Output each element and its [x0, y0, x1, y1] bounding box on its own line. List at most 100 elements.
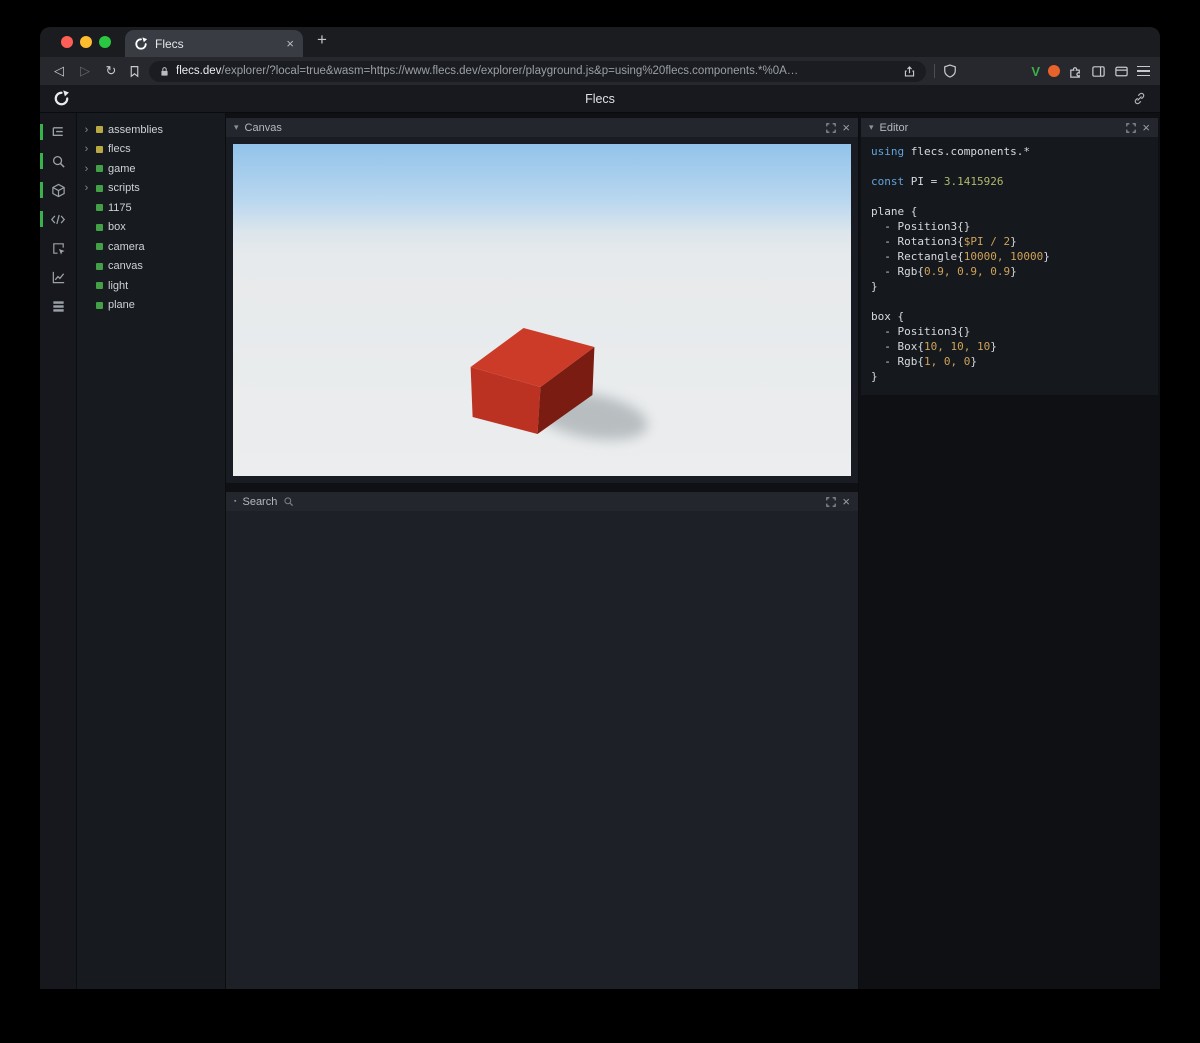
canvas-panel: ▾ Canvas × — [226, 118, 858, 483]
tree-item[interactable]: light — [77, 276, 225, 296]
scene-3d — [233, 144, 851, 476]
page-title: Flecs — [585, 91, 615, 106]
code-line: } — [871, 370, 878, 383]
code-line: - Rgb{1, 0, 0} — [871, 355, 977, 368]
reload-button[interactable]: ↻ — [102, 63, 120, 79]
lock-icon — [161, 66, 168, 76]
minimize-window-button[interactable] — [80, 36, 92, 48]
tree-item-label: game — [108, 162, 136, 175]
hierarchy-icon[interactable] — [40, 122, 76, 142]
tree-item[interactable]: box — [77, 218, 225, 238]
code-line: - Box{10, 10, 10} — [871, 340, 997, 353]
tree-item[interactable]: › game — [77, 159, 225, 179]
entity-color-square — [96, 184, 103, 192]
entity-color-square — [96, 145, 103, 153]
forward-button[interactable]: ▷ — [76, 63, 94, 79]
main-column: ▾ Canvas × ▪ Search × — [225, 113, 858, 989]
entity-color-square — [96, 301, 103, 309]
tree-item[interactable]: › flecs — [77, 140, 225, 160]
tree-item-label: 1175 — [108, 201, 132, 214]
search-panel-title: Search — [242, 495, 278, 508]
flecs-favicon — [135, 36, 148, 50]
code-line: const PI = 3.1415926 — [871, 175, 1004, 188]
maximize-icon[interactable] — [826, 496, 837, 507]
new-tab-button[interactable]: + — [317, 30, 327, 50]
activity-bar — [40, 113, 76, 989]
tree-item-label: flecs — [108, 143, 131, 156]
url-bar[interactable]: flecs.dev/explorer/?local=true&wasm=http… — [149, 60, 927, 82]
tree-item-label: assemblies — [108, 123, 164, 136]
expand-arrow-icon[interactable]: › — [82, 143, 91, 155]
editor-panel-header: ▾ Editor × — [861, 118, 1158, 137]
tree-item[interactable]: canvas — [77, 257, 225, 277]
chevron-down-icon[interactable]: ▾ — [869, 122, 874, 133]
tree-item[interactable]: 1175 — [77, 198, 225, 218]
canvas-panel-title: Canvas — [244, 121, 282, 134]
search-icon[interactable] — [40, 151, 76, 171]
entity-color-square — [96, 223, 103, 231]
search-small-icon — [284, 497, 294, 507]
close-window-button[interactable] — [61, 36, 73, 48]
share-icon[interactable] — [903, 65, 916, 78]
desktop: Flecs × + ◁ ▷ ↻ flecs.dev/explorer/?loca… — [0, 0, 1200, 1043]
browser-window: Flecs × + ◁ ▷ ↻ flecs.dev/explorer/?loca… — [40, 27, 1160, 989]
maximize-icon[interactable] — [1126, 122, 1137, 133]
search-panel-body[interactable] — [226, 511, 858, 989]
extension-orange-icon[interactable] — [1048, 65, 1060, 77]
sidebar-toggle-icon[interactable] — [1091, 64, 1106, 79]
canvas-3d-view[interactable] — [226, 137, 858, 483]
close-icon[interactable]: × — [842, 121, 850, 134]
chevron-down-icon[interactable]: ▾ — [234, 122, 239, 133]
code-icon[interactable] — [40, 209, 76, 229]
tree-item[interactable]: plane — [77, 296, 225, 316]
bookmark-icon[interactable] — [128, 65, 141, 78]
tab-title: Flecs — [155, 36, 184, 51]
canvas-panel-header: ▾ Canvas × — [226, 118, 858, 137]
rows-icon[interactable] — [40, 296, 76, 316]
extensions-puzzle-icon[interactable] — [1068, 64, 1083, 79]
tree-item-label: light — [108, 279, 129, 292]
entity-color-square — [96, 204, 103, 212]
content-area: › assemblies › flecs › game › scripts 1175 box cam… — [40, 113, 1160, 989]
app-header: Flecs — [40, 85, 1160, 113]
cube-icon[interactable] — [40, 180, 76, 200]
expand-arrow-icon[interactable]: › — [82, 182, 91, 194]
close-icon[interactable]: × — [842, 495, 850, 508]
entity-color-square — [96, 262, 103, 270]
editor-code[interactable]: using flecs.components.* const PI = 3.14… — [861, 137, 1158, 395]
code-line: plane { — [871, 205, 918, 218]
maximize-icon[interactable] — [826, 122, 837, 133]
tree-item[interactable]: › assemblies — [77, 120, 225, 140]
url-text[interactable]: flecs.dev/explorer/?local=true&wasm=http… — [176, 65, 897, 77]
zoom-window-button[interactable] — [99, 36, 111, 48]
editor-panel: ▾ Editor × using flecs.components.* cons… — [861, 118, 1158, 395]
code-line: box { — [871, 310, 905, 323]
extension-v-icon[interactable]: V — [1031, 64, 1040, 79]
tree-item[interactable]: › scripts — [77, 179, 225, 199]
close-tab-icon[interactable]: × — [286, 37, 294, 50]
close-icon[interactable]: × — [1142, 121, 1150, 134]
tree-item[interactable]: camera — [77, 237, 225, 257]
entity-color-square — [96, 165, 103, 173]
tree-item-label: canvas — [108, 260, 143, 273]
browser-toolbar: ◁ ▷ ↻ flecs.dev/explorer/?local=true&was… — [40, 57, 1160, 85]
chart-icon[interactable] — [40, 267, 76, 287]
code-line: - Rgb{0.9, 0.9, 0.9} — [871, 265, 1017, 278]
code-line: - Rectangle{10000, 10000} — [871, 250, 1050, 263]
inspect-icon[interactable] — [40, 238, 76, 258]
shield-icon[interactable] — [943, 64, 957, 78]
tab-strip: Flecs × + — [40, 27, 1160, 57]
code-line: } — [871, 280, 878, 293]
expand-arrow-icon[interactable]: › — [82, 163, 91, 175]
browser-tab[interactable]: Flecs × — [125, 30, 303, 57]
menu-icon[interactable] — [1137, 65, 1150, 77]
search-panel-header: ▪ Search × — [226, 492, 858, 511]
tree-item-label: scripts — [108, 182, 140, 195]
wallet-card-icon[interactable] — [1114, 64, 1129, 79]
panel-bullet-icon[interactable]: ▪ — [234, 498, 236, 505]
entity-tree: › assemblies › flecs › game › scripts 1175 box cam… — [76, 113, 225, 989]
back-button[interactable]: ◁ — [50, 63, 68, 79]
entity-color-square — [96, 282, 103, 290]
expand-arrow-icon[interactable]: › — [82, 124, 91, 136]
